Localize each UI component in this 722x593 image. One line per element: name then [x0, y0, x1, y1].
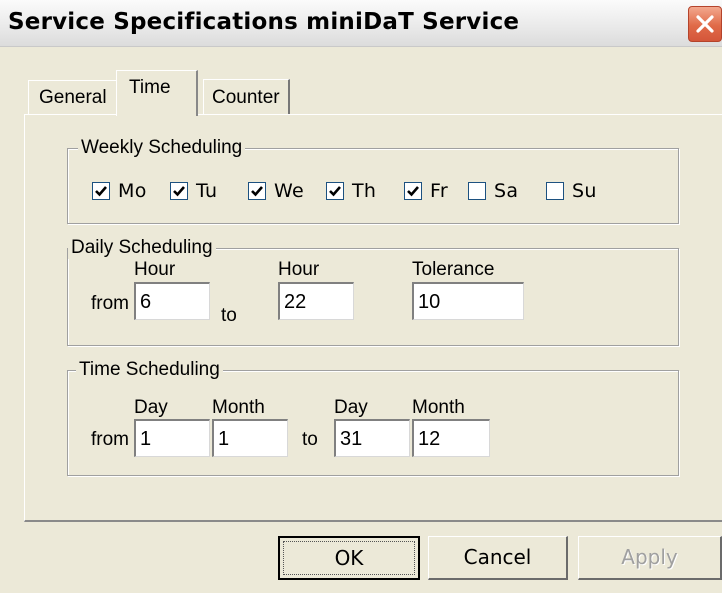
checkbox-tu[interactable]	[170, 182, 188, 200]
from-day-label: Day	[134, 397, 168, 418]
day-checkbox-sa[interactable]: Sa	[468, 179, 518, 203]
window-title: Service Specifications miniDaT Service	[8, 9, 520, 35]
time-scheduling-group: Time Scheduling Day Month Day Month from…	[67, 359, 679, 476]
hour-from-label: Hour	[134, 259, 176, 280]
checkbox-fr[interactable]	[404, 182, 422, 200]
day-label-tu: Tu	[196, 180, 218, 202]
tolerance-label: Tolerance	[412, 259, 495, 280]
day-checkbox-th[interactable]: Th	[326, 179, 376, 203]
checkbox-th[interactable]	[326, 182, 344, 200]
tab-time[interactable]: Time	[116, 70, 198, 116]
to-month-label: Month	[412, 397, 465, 418]
from-month-label: Month	[212, 397, 265, 418]
from-month-input[interactable]	[212, 419, 288, 457]
hour-to-label: Hour	[278, 259, 320, 280]
checkmark-icon	[329, 186, 341, 197]
tolerance-input[interactable]	[412, 282, 524, 320]
tab-general[interactable]: General	[28, 80, 117, 114]
cancel-button[interactable]: Cancel	[428, 536, 568, 580]
checkmark-icon	[251, 186, 263, 197]
weekly-scheduling-legend: Weekly Scheduling	[78, 137, 246, 159]
day-label-fr: Fr	[430, 180, 448, 202]
checkmark-icon	[173, 186, 185, 197]
to-month-input[interactable]	[412, 419, 490, 457]
day-label-sa: Sa	[494, 180, 519, 202]
daily-scheduling-legend: Daily Scheduling	[68, 237, 216, 259]
day-label-we: We	[274, 180, 304, 202]
checkmark-icon	[407, 186, 419, 197]
checkmark-icon	[95, 186, 107, 197]
checkbox-su[interactable]	[546, 182, 564, 200]
to-day-label: Day	[334, 397, 368, 418]
day-label-mo: Mo	[118, 180, 147, 202]
checkbox-we[interactable]	[248, 182, 266, 200]
day-label-th: Th	[352, 180, 377, 202]
close-button[interactable]	[688, 6, 722, 42]
from-day-input[interactable]	[134, 419, 210, 457]
hour-to-input[interactable]	[278, 282, 354, 320]
day-checkbox-fr[interactable]: Fr	[404, 179, 448, 203]
tab-counter[interactable]: Counter	[203, 79, 290, 115]
time-scheduling-legend: Time Scheduling	[76, 359, 223, 381]
day-checkbox-su[interactable]: Su	[546, 179, 597, 203]
day-label-su: Su	[572, 180, 597, 202]
time-to-label: to	[302, 429, 318, 450]
daily-from-label: from	[91, 293, 129, 314]
weekly-scheduling-group: Weekly Scheduling Mo Tu We Th Fr Sa Su	[67, 137, 679, 224]
title-bar[interactable]: Service Specifications miniDaT Service	[0, 0, 722, 47]
time-from-label: from	[91, 429, 129, 450]
close-icon	[696, 15, 714, 33]
hour-from-input[interactable]	[134, 282, 210, 320]
day-checkbox-we[interactable]: We	[248, 179, 304, 203]
checkbox-sa[interactable]	[468, 182, 486, 200]
day-checkbox-mo[interactable]: Mo	[92, 179, 147, 203]
daily-scheduling-group: Daily Scheduling Hour Hour Tolerance fro…	[67, 237, 679, 346]
time-tab-panel: Weekly Scheduling Mo Tu We Th Fr Sa Su D…	[24, 114, 722, 522]
daily-to-label: to	[221, 305, 237, 326]
checkbox-mo[interactable]	[92, 182, 110, 200]
to-day-input[interactable]	[334, 419, 410, 457]
ok-button[interactable]: OK	[278, 536, 420, 580]
day-checkbox-tu[interactable]: Tu	[170, 179, 217, 203]
apply-button[interactable]: Apply	[578, 536, 722, 580]
